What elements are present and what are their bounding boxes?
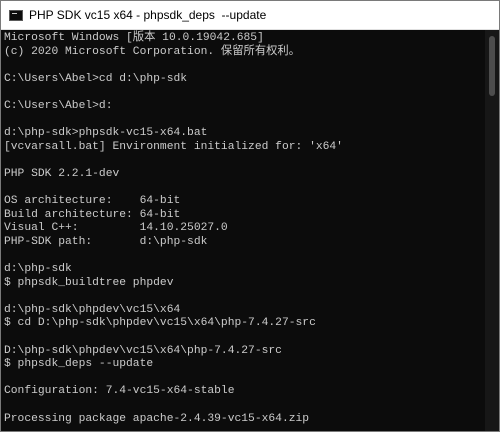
console-line: [vcvarsall.bat] Environment initialized … (4, 140, 343, 153)
console-line: Configuration: 7.4-vc15-x64-stable (4, 385, 235, 398)
console-line: d:\php-sdk>phpsdk-vc15-x64.bat (4, 127, 208, 140)
console-line: Visual C++: 14.10.25027.0 (4, 222, 228, 235)
console-line: D:\php-sdk\phpdev\vc15\x64\php-7.4.27-sr… (4, 344, 282, 357)
console-line: Microsoft Windows [版本 10.0.19042.685] (4, 32, 264, 44)
console-line: OS architecture: 64-bit (4, 195, 181, 208)
console-line: $ phpsdk_deps --update (4, 358, 154, 371)
console-line: d:\php-sdk (4, 263, 72, 276)
console-line: PHP SDK 2.2.1-dev (4, 167, 120, 180)
console-line: C:\Users\Abel>cd d:\php-sdk (4, 72, 188, 85)
console-output[interactable]: Microsoft Windows [版本 10.0.19042.685] (c)… (1, 30, 499, 426)
window-title: PHP SDK vc15 x64 - phpsdk_deps --update (29, 8, 267, 22)
console-line: Build architecture: 64-bit (4, 208, 181, 221)
console-window: PHP SDK vc15 x64 - phpsdk_deps --update … (0, 0, 500, 432)
vertical-scrollbar[interactable] (485, 30, 499, 431)
console-line: C:\Users\Abel>d: (4, 99, 113, 112)
console-line: PHP-SDK path: d:\php-sdk (4, 235, 208, 248)
scrollbar-thumb[interactable] (489, 36, 495, 96)
title-bar[interactable]: PHP SDK vc15 x64 - phpsdk_deps --update (1, 1, 499, 30)
console-line: d:\php-sdk\phpdev\vc15\x64 (4, 303, 181, 316)
console-icon (9, 9, 23, 21)
console-line: $ cd D:\php-sdk\phpdev\vc15\x64\php-7.4.… (4, 317, 316, 330)
console-line: $ phpsdk_buildtree phpdev (4, 276, 174, 289)
console-line: (c) 2020 Microsoft Corporation. 保留所有权利。 (4, 45, 301, 58)
console-line: Processing package apache-2.4.39-vc15-x6… (4, 412, 310, 425)
